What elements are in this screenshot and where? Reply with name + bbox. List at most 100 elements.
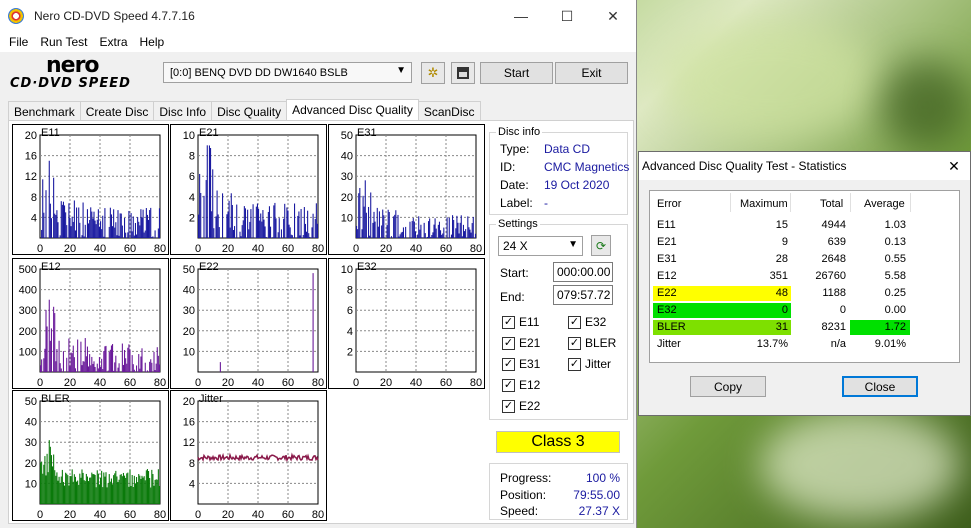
x-tick-label: 80 [312,243,324,255]
y-tick-label: 6 [347,305,353,317]
bar [278,218,280,238]
x-tick-label: 40 [252,509,264,521]
bar [150,207,152,238]
speed-select[interactable]: 24 X ▼ [498,236,583,256]
bar [125,477,127,504]
menu-help[interactable]: Help [134,35,171,49]
bar [401,231,403,238]
y-tick-label: 10 [25,478,37,490]
bar [82,361,84,372]
tab-benchmark[interactable]: Benchmark [8,101,81,121]
bar [112,344,114,372]
tab-scandisc[interactable]: ScanDisc [417,101,481,121]
y-tick-label: 50 [183,264,195,276]
bar [150,359,152,372]
x-tick-label: 40 [252,377,264,389]
title-bar[interactable]: Nero CD-DVD Speed 4.7.7.16 — ☐ ✕ [0,0,636,32]
x-tick-label: 20 [380,243,392,255]
y-tick-label: 50 [341,130,353,142]
tab-advanced-disc-quality[interactable]: Advanced Disc Quality [286,99,419,121]
bar [388,212,390,238]
bar [43,212,45,238]
bar [86,346,88,372]
bar [289,227,291,238]
tab-create-disc[interactable]: Create Disc [79,101,155,121]
close-button[interactable]: ✕ [590,0,636,32]
checkbox-e21[interactable]: ✓ E21 [502,336,540,350]
start-time-input[interactable]: 000:00.00 [553,262,613,282]
bar [279,237,281,238]
bar [95,224,97,238]
bar [247,209,249,238]
checkbox-e22[interactable]: ✓ E22 [502,399,540,413]
bar [260,213,262,238]
bar [43,464,45,504]
y-tick-label: 50 [25,396,37,408]
drive-settings-button[interactable]: ✲ [421,62,445,84]
save-button[interactable] [451,62,475,84]
x-tick-label: 60 [124,243,136,255]
close-dialog-button[interactable]: Close [842,376,918,397]
bar [110,345,112,372]
bar [76,207,78,238]
bar [364,180,366,238]
bar [93,211,95,238]
menu-file[interactable]: File [3,35,34,49]
bar [97,209,99,238]
bar [259,220,261,238]
menu-run-test[interactable]: Run Test [34,35,93,49]
checkbox-e11[interactable]: ✓ E11 [502,315,539,329]
x-tick-label: 20 [222,509,234,521]
bar [128,344,130,372]
checkbox-e12[interactable]: ✓ E12 [502,378,540,392]
header-divider [850,193,851,212]
bar [96,470,98,504]
checkbox-e31[interactable]: ✓ E31 [502,357,540,371]
bar [316,223,318,238]
bar [77,480,79,504]
exit-button[interactable]: Exit [555,62,628,84]
copy-button[interactable]: Copy [690,376,766,397]
bar [60,476,62,504]
bar [115,355,117,372]
bar [53,177,55,238]
bar [42,179,44,238]
bar [106,487,108,504]
end-time-input[interactable]: 079:57.72 [553,285,613,305]
checkbox-bler[interactable]: ✓ BLER [568,336,616,350]
bar [145,208,147,238]
bar [230,193,232,238]
bar [376,207,378,238]
bar [55,215,57,238]
bar [268,206,270,238]
maximize-button[interactable]: ☐ [544,0,590,32]
bar [152,474,154,504]
bar [71,216,73,238]
chart-title: E11 [41,127,60,139]
wallpaper-blob [660,20,880,140]
bar [153,351,155,372]
dialog-title-bar[interactable]: Advanced Disc Quality Test - Statistics … [639,152,970,180]
bar [112,484,114,504]
refresh-speed-button[interactable]: ⟳ [591,235,611,256]
bar [239,231,241,238]
disc-id-value: CMC Magnetics [544,160,630,174]
dialog-close-icon[interactable]: ✕ [938,152,970,180]
checkbox-e32[interactable]: ✓ E32 [568,315,606,329]
bar [70,476,72,504]
start-button[interactable]: Start [480,62,553,84]
bar [414,231,416,238]
bar [41,229,43,238]
minimize-button[interactable]: — [498,0,544,32]
bar [122,472,124,504]
menu-extra[interactable]: Extra [93,35,133,49]
bar [68,338,70,372]
tab-disc-quality[interactable]: Disc Quality [211,101,288,121]
drive-select[interactable]: [0:0] BENQ DVD DD DW1640 BSLB ▼ [163,62,412,83]
bar [118,363,120,372]
checkbox-jitter[interactable]: ✓ Jitter [568,357,611,371]
bar [446,217,448,238]
tab-disc-info[interactable]: Disc Info [153,101,213,121]
bar [91,356,93,372]
bar [149,361,151,372]
